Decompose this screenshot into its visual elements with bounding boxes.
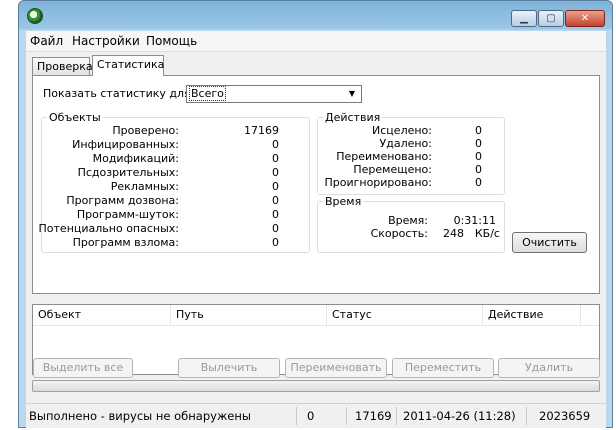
objects-value: 0 [272, 208, 279, 221]
client-area: Файл Настройки Помощь Проверка Статистик… [26, 31, 606, 428]
objects-label: Программ взлома: [72, 236, 179, 249]
table-header: Объект Путь Статус Действие [33, 305, 599, 326]
column-path[interactable]: Путь [171, 305, 327, 325]
status-datetime: 2011-04-26 (11:28) [403, 409, 516, 423]
objects-value: 17169 [244, 124, 279, 137]
column-action[interactable]: Действие [483, 305, 581, 325]
clear-button[interactable]: Очистить [512, 232, 587, 253]
objects-value: 0 [272, 194, 279, 207]
minimize-icon: ▁ [520, 13, 528, 24]
actions-value: 0 [475, 124, 482, 137]
status-separator [296, 407, 297, 425]
tab-scan[interactable]: Проверка [32, 57, 93, 75]
status-separator [396, 407, 397, 425]
app-logo-icon[interactable] [27, 8, 43, 24]
close-button[interactable]: ✕ [565, 10, 605, 27]
time-group-title: Время [323, 195, 364, 208]
actions-label: Перемещено: [353, 163, 432, 176]
objects-value: 0 [272, 236, 279, 249]
close-icon: ✕ [580, 13, 590, 24]
objects-label: Рекламных: [110, 180, 179, 193]
speed-label: Скорость: [370, 227, 428, 240]
actions-group-title: Действия [323, 111, 383, 124]
time-value: 0:31:11 [453, 214, 496, 227]
objects-group-title: Объекты [47, 111, 103, 124]
time-group: Время Время: 0:31:11 Скорость: 248 КБ/с [317, 195, 505, 253]
objects-label: Потенциально опасных: [38, 222, 179, 235]
status-separator [526, 407, 527, 425]
objects-label: Инфицированных: [72, 138, 179, 151]
chevron-down-icon: ▼ [348, 89, 356, 98]
status-message: Выполнено - вирусы не обнаружены [29, 409, 251, 423]
select-all-button[interactable]: Выделить все [33, 358, 133, 378]
menu-settings[interactable]: Настройки [72, 34, 140, 48]
actions-value: 0 [475, 150, 482, 163]
move-button[interactable]: Переместить [392, 358, 494, 378]
menu-file[interactable]: Файл [30, 34, 63, 48]
objects-value: 0 [272, 152, 279, 165]
status-bar: Выполнено - вирусы не обнаружены 0 17169… [26, 403, 606, 428]
status-infected-count: 0 [307, 409, 315, 423]
objects-label: Псдозрительных: [77, 166, 179, 179]
actions-value: 0 [475, 137, 482, 150]
actions-label: Переименовано: [336, 150, 432, 163]
status-separator [346, 407, 347, 425]
status-checked-count: 17169 [355, 409, 392, 423]
menu-help[interactable]: Помощь [146, 34, 197, 48]
actions-value: 0 [475, 176, 482, 189]
rename-button[interactable]: Переименовать [285, 358, 387, 378]
objects-value: 0 [272, 222, 279, 235]
stats-filter-select[interactable]: Всего ▼ [186, 85, 362, 103]
column-object[interactable]: Объект [33, 305, 171, 325]
objects-value: 0 [272, 180, 279, 193]
actions-label: Исцелено: [372, 124, 432, 137]
maximize-icon: ▢ [546, 13, 556, 24]
actions-value: 0 [475, 163, 482, 176]
actions-label: Удалено: [379, 137, 432, 150]
title-bar: ▁ ▢ ✕ [19, 1, 612, 31]
tab-statistics[interactable]: Статистика [92, 55, 164, 76]
objects-label: Модификаций: [92, 152, 179, 165]
objects-value: 0 [272, 138, 279, 151]
actions-group: Действия Исцелено: 0 Удалено: 0 Переимен… [317, 111, 505, 195]
minimize-button[interactable]: ▁ [511, 10, 537, 27]
actions-label: Проигнорировано: [324, 176, 432, 189]
stats-filter-value: Всего [189, 86, 226, 101]
time-label: Время: [388, 214, 428, 227]
status-db-records: 2023659 [539, 409, 591, 423]
speed-value: 248 [443, 227, 464, 240]
app-window: ▁ ▢ ✕ Файл Настройки Помощь Проверка Ста… [18, 0, 613, 428]
objects-group: Объекты Проверено: 17169 Инфицированных:… [38, 111, 310, 253]
cure-button[interactable]: Вылечить [178, 358, 280, 378]
maximize-button[interactable]: ▢ [538, 10, 564, 27]
delete-button[interactable]: Удалить [498, 358, 600, 378]
column-status[interactable]: Статус [327, 305, 483, 325]
speed-unit: КБ/с [474, 227, 500, 240]
objects-value: 0 [272, 166, 279, 179]
objects-label: Программ дозвона: [66, 194, 179, 207]
objects-label: Проверено: [112, 124, 179, 137]
menu-bar: Файл Настройки Помощь [26, 31, 606, 52]
objects-label: Программ-шуток: [76, 208, 179, 221]
statistics-panel: Показать статистику для: Всего ▼ Объекты… [32, 75, 600, 294]
stats-filter-label: Показать статистику для: [43, 87, 195, 100]
scan-progress-bar [32, 380, 600, 392]
